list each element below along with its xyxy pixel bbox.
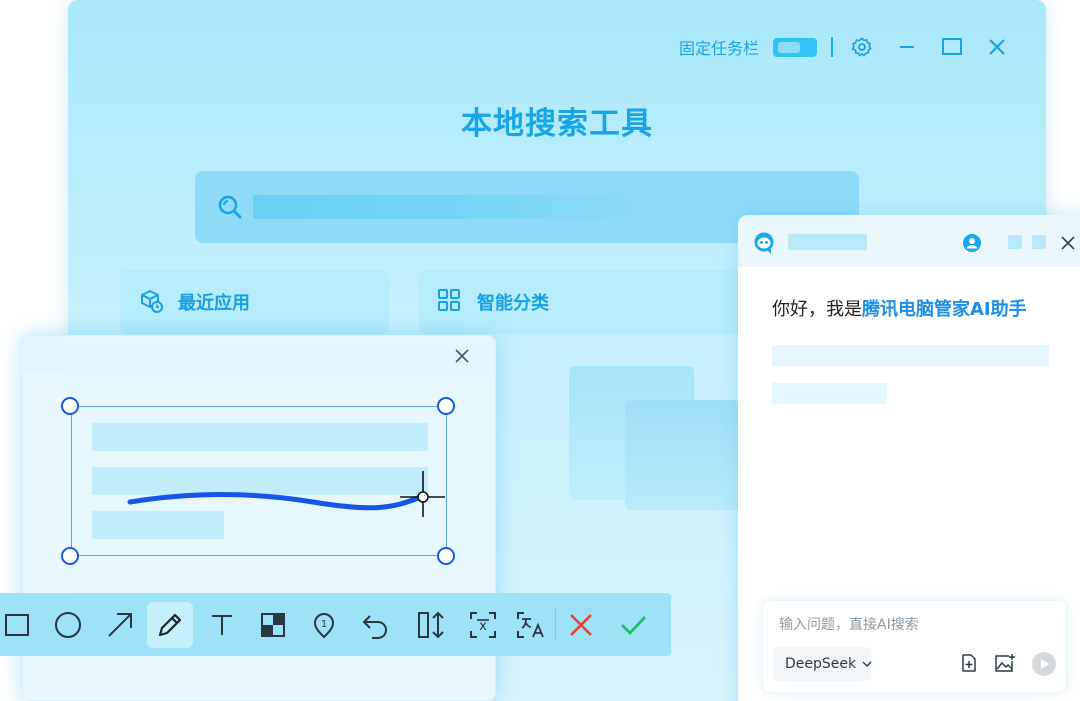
text-tool[interactable]: [199, 602, 245, 648]
message-placeholder-line: [772, 345, 1049, 366]
smart-category-card[interactable]: 智能分类: [419, 270, 739, 334]
header-button-placeholder[interactable]: [1032, 235, 1046, 249]
scroll-capture-icon: [418, 611, 444, 639]
chat-input-placeholder[interactable]: 输入问题，直接AI搜索: [779, 614, 919, 634]
rectangle-tool[interactable]: [0, 602, 40, 648]
annotation-toolbar: 1 x: [0, 593, 671, 656]
toolbar-divider: [555, 607, 556, 641]
pin-taskbar-toggle[interactable]: [773, 37, 817, 57]
ocr-tool[interactable]: x: [460, 602, 506, 648]
message-placeholder-line: [772, 383, 887, 404]
title-bar-divider: [831, 37, 833, 57]
translate-tool[interactable]: [508, 602, 554, 648]
ai-assistant-window: 你好，我是腾讯电脑管家AI助手 输入问题，直接AI搜索 DeepSeek: [738, 215, 1080, 701]
pin-taskbar-label: 固定任务栏: [678, 39, 759, 58]
mosaic-tool[interactable]: [250, 602, 296, 648]
model-name: DeepSeek: [785, 656, 857, 672]
arrow-tool[interactable]: [97, 602, 143, 648]
resize-handle-bottom-right[interactable]: [437, 547, 455, 565]
minimize-icon[interactable]: [896, 36, 918, 58]
search-icon: [217, 194, 243, 224]
undo-tool[interactable]: [352, 602, 398, 648]
model-selector[interactable]: DeepSeek: [773, 647, 872, 681]
resize-handle-top-left[interactable]: [61, 397, 79, 415]
close-icon[interactable]: [986, 36, 1008, 58]
rectangle-icon: [5, 614, 29, 636]
chat-title-placeholder: [788, 234, 867, 250]
close-icon[interactable]: [1061, 235, 1075, 254]
undo-icon: [362, 615, 387, 639]
grid-icon: [437, 288, 461, 316]
pencil-icon: [158, 613, 182, 637]
ellipse-tool[interactable]: [45, 602, 91, 648]
add-image-icon[interactable]: [994, 653, 1016, 677]
send-button[interactable]: [1032, 652, 1056, 676]
mosaic-icon: [261, 613, 285, 637]
ocr-icon: x: [470, 612, 496, 638]
greeting-prefix: 你好，我是: [772, 299, 862, 320]
text-icon: [212, 615, 232, 635]
checkmark-icon: [621, 616, 647, 636]
cancel-button[interactable]: [558, 602, 604, 648]
search-field-placeholder: [253, 195, 659, 219]
svg-text:1: 1: [321, 619, 327, 630]
arrow-icon: [108, 613, 132, 637]
title-bar: 固定任务栏: [679, 34, 1008, 60]
resize-handle-bottom-left[interactable]: [61, 547, 79, 565]
crosshair-cursor-icon: [400, 471, 445, 517]
chat-input-box[interactable]: 输入问题，直接AI搜索 DeepSeek: [763, 601, 1066, 692]
send-icon: [1041, 659, 1049, 669]
header-button-placeholder[interactable]: [1008, 235, 1022, 249]
svg-text:x: x: [479, 619, 487, 634]
chevron-down-icon: [862, 656, 872, 672]
recent-apps-icon: [138, 288, 164, 318]
recent-apps-label: 最近应用: [178, 293, 250, 314]
confirm-button[interactable]: [610, 602, 656, 648]
maximize-icon[interactable]: [941, 36, 963, 58]
gear-icon[interactable]: [851, 36, 873, 58]
assistant-name: 腾讯电脑管家AI助手: [862, 299, 1027, 320]
assistant-logo-icon: [752, 231, 776, 259]
resize-handle-top-right[interactable]: [437, 397, 455, 415]
user-avatar-icon[interactable]: [962, 233, 982, 257]
placeholder-block: [625, 400, 740, 510]
translate-icon: [517, 612, 544, 638]
smart-category-label: 智能分类: [477, 293, 549, 314]
attach-file-icon[interactable]: [959, 653, 979, 677]
cancel-x-icon: [570, 614, 592, 636]
assistant-greeting: 你好，我是腾讯电脑管家AI助手: [772, 295, 1027, 321]
circle-icon: [55, 612, 81, 638]
recent-apps-card[interactable]: 最近应用: [120, 270, 389, 334]
long-screenshot-tool[interactable]: [409, 602, 455, 648]
page-title: 本地搜索工具: [461, 106, 653, 142]
pen-tool[interactable]: [147, 602, 193, 648]
number-marker-tool[interactable]: 1: [301, 602, 347, 648]
numbered-pin-icon: 1: [313, 613, 335, 639]
